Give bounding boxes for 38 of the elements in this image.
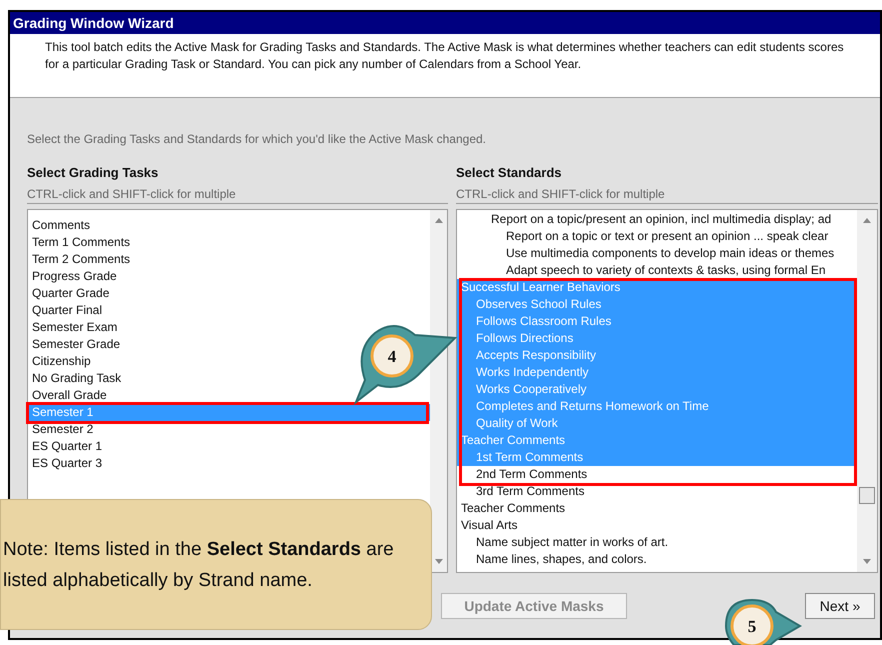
list-item[interactable]: 3rd Term Comments [457,483,857,500]
list-item[interactable]: Term 2 Comments [29,251,430,268]
window-title: Grading Window Wizard [10,12,880,34]
list-item[interactable]: Quarter Final [29,302,430,319]
list-item[interactable]: Name lines, shapes, and colors. [457,551,857,568]
section-heading: Select Grading Tasks [27,164,160,182]
standards-list[interactable] [456,209,878,573]
scroll-up-icon[interactable] [434,218,442,223]
list-item[interactable]: Teacher Comments [457,500,857,517]
list-item[interactable]: Name subject matter in works of art. [457,534,857,551]
scroll-down-icon[interactable] [434,559,442,564]
scroll-thumb[interactable] [859,487,875,504]
scroll-up-icon[interactable] [863,218,871,223]
scrollbar[interactable] [430,210,447,572]
list-item[interactable]: Report on a topic or text or present an opinion ... speak clear [457,228,857,245]
list-item[interactable]: 2nd Term Comments [457,466,857,483]
hint-text: CTRL-click and SHIFT-click for multiple [27,184,448,204]
note-text: Note: Items listed in the Select Standards are listed alphabetically by Strand name. [3,538,395,592]
callout-tooltip: 4 [355,325,456,403]
list-item[interactable]: Adapt speech to variety of contexts & tasks, using formal En [457,262,857,279]
section-heading: Select Standards [456,164,562,182]
instruction-text: Select the Grading Tasks and Standards for which you'd like the Active Mask changed. [27,131,487,148]
description-text: This tool batch edits the Active Mask for Grading Tasks and Standards. The Active Mask is what determines whether teachers can edit students scores for a particular Grading Task or Standard. You can pick any number of Calendars from a School Year. [45,39,844,73]
list-item[interactable]: Semester 2 [29,421,430,438]
list-item[interactable]: Report on a topic/present an opinion, incl multimedia display; ad [457,211,857,228]
callout-tooltip: 5 [725,599,801,645]
list-item[interactable]: ES Quarter 3 [29,455,430,472]
list-item[interactable]: Progress Grade [29,268,430,285]
scrollbar[interactable] [857,210,877,572]
hint-text: CTRL-click and SHIFT-click for multiple [456,184,878,204]
list-item[interactable]: Quarter Grade [29,285,430,302]
list-item[interactable]: Visual Arts [457,517,857,534]
list-item[interactable]: Term 1 Comments [29,234,430,251]
list-item[interactable]: ES Quarter 1 [29,438,430,455]
next-button[interactable]: Next » [805,593,875,619]
list-item[interactable]: Use multimedia components to develop main ideas or themes [457,245,857,262]
scroll-down-icon[interactable] [863,559,871,564]
list-item[interactable]: Comments [29,217,430,234]
